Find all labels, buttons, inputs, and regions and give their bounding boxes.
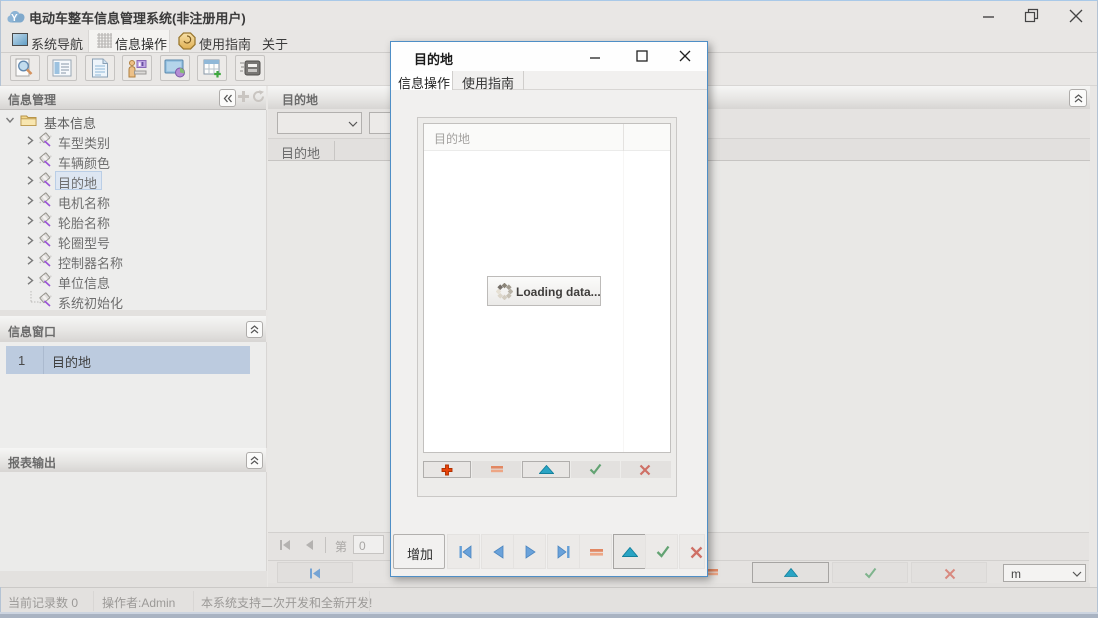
svg-text:Y: Y [11,13,18,24]
